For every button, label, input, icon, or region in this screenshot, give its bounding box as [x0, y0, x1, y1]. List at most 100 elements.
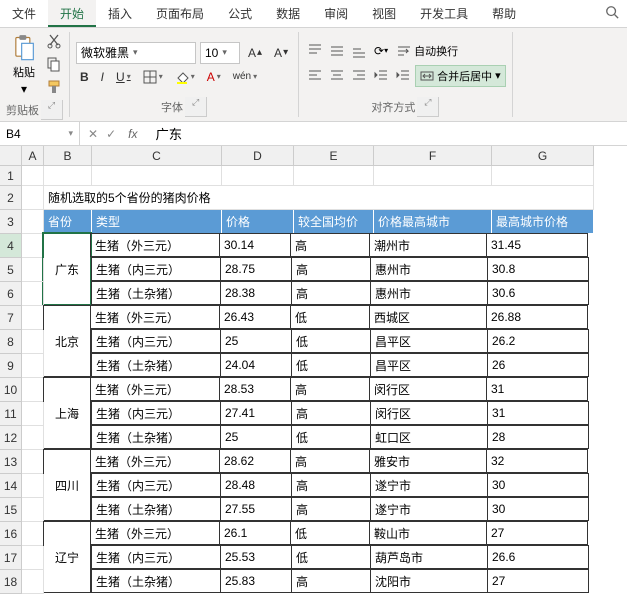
- dialog-launcher-icon[interactable]: ⤢: [417, 97, 439, 117]
- city-cell[interactable]: 鞍山市: [369, 521, 487, 545]
- city-price-cell[interactable]: 31.45: [486, 233, 588, 257]
- format-painter-button[interactable]: [46, 79, 62, 98]
- type-cell[interactable]: 生猪（土杂猪）: [91, 281, 221, 305]
- city-price-cell[interactable]: 27: [487, 569, 589, 593]
- city-price-cell[interactable]: 27: [486, 521, 588, 545]
- row-header-1[interactable]: 1: [0, 166, 22, 186]
- align-middle-button[interactable]: [327, 42, 347, 60]
- cell[interactable]: [22, 166, 44, 186]
- cell[interactable]: [22, 282, 44, 306]
- row-header-11[interactable]: 11: [0, 402, 22, 426]
- compare-cell[interactable]: 高: [291, 257, 371, 281]
- font-color-button[interactable]: A▾: [203, 68, 225, 86]
- cell[interactable]: [294, 166, 374, 186]
- city-price-cell[interactable]: 31: [487, 401, 589, 425]
- type-cell[interactable]: 生猪（内三元）: [91, 329, 221, 353]
- price-cell[interactable]: 28.53: [219, 377, 291, 401]
- type-cell[interactable]: 生猪（内三元）: [91, 257, 221, 281]
- city-price-cell[interactable]: 32: [486, 449, 588, 473]
- price-cell[interactable]: 26.43: [219, 305, 291, 329]
- fill-color-button[interactable]: ▾: [171, 68, 199, 86]
- col-header-G[interactable]: G: [492, 146, 594, 166]
- italic-button[interactable]: I: [97, 68, 108, 86]
- row-header-3[interactable]: 3: [0, 210, 22, 234]
- city-price-cell[interactable]: 30: [487, 497, 589, 521]
- city-cell[interactable]: 昌平区: [370, 353, 488, 377]
- font-size-combo[interactable]: 10▾: [200, 42, 240, 64]
- price-cell[interactable]: 25.53: [220, 545, 292, 569]
- compare-cell[interactable]: 高: [291, 281, 371, 305]
- city-cell[interactable]: 沈阳市: [370, 569, 488, 593]
- table-title[interactable]: 随机选取的5个省份的猪肉价格: [44, 186, 594, 210]
- price-cell[interactable]: 26.1: [219, 521, 291, 545]
- compare-cell[interactable]: 低: [291, 329, 371, 353]
- decrease-font-button[interactable]: A▾: [270, 44, 292, 62]
- type-cell[interactable]: 生猪（外三元）: [90, 233, 220, 257]
- merge-center-button[interactable]: 合并后居中▾: [415, 65, 506, 87]
- font-name-combo[interactable]: 微软雅黑▾: [76, 42, 196, 64]
- row-header-17[interactable]: 17: [0, 546, 22, 570]
- city-cell[interactable]: 雅安市: [369, 449, 487, 473]
- row-header-4[interactable]: 4: [0, 234, 22, 258]
- city-cell[interactable]: 虹口区: [370, 425, 488, 449]
- cell[interactable]: [22, 402, 44, 426]
- tab-home[interactable]: 开始: [48, 0, 96, 27]
- align-bottom-button[interactable]: [349, 42, 369, 60]
- cell[interactable]: [492, 166, 594, 186]
- tab-review[interactable]: 审阅: [312, 0, 360, 27]
- row-header-8[interactable]: 8: [0, 330, 22, 354]
- city-cell[interactable]: 葫芦岛市: [370, 545, 488, 569]
- table-header[interactable]: 最高城市价格: [492, 210, 594, 234]
- city-price-cell[interactable]: 28: [487, 425, 589, 449]
- row-header-10[interactable]: 10: [0, 378, 22, 402]
- compare-cell[interactable]: 高: [290, 449, 370, 473]
- type-cell[interactable]: 生猪（内三元）: [91, 473, 221, 497]
- col-header-D[interactable]: D: [222, 146, 294, 166]
- compare-cell[interactable]: 低: [290, 521, 370, 545]
- tab-page-layout[interactable]: 页面布局: [144, 0, 216, 27]
- price-cell[interactable]: 25: [220, 329, 292, 353]
- cell[interactable]: [22, 210, 44, 234]
- cell[interactable]: [22, 234, 44, 258]
- cell[interactable]: [22, 354, 44, 378]
- formula-input[interactable]: [149, 122, 627, 145]
- col-header-C[interactable]: C: [92, 146, 222, 166]
- row-header-9[interactable]: 9: [0, 354, 22, 378]
- city-cell[interactable]: 潮州市: [369, 233, 487, 257]
- align-left-button[interactable]: [305, 67, 325, 85]
- row-header-5[interactable]: 5: [0, 258, 22, 282]
- increase-font-button[interactable]: A▴: [244, 44, 266, 62]
- price-cell[interactable]: 25: [220, 425, 292, 449]
- row-header-13[interactable]: 13: [0, 450, 22, 474]
- wrap-text-button[interactable]: 自动换行: [393, 41, 462, 61]
- city-cell[interactable]: 闵行区: [370, 401, 488, 425]
- cut-button[interactable]: [46, 33, 62, 52]
- bold-button[interactable]: B: [76, 68, 93, 86]
- tab-file[interactable]: 文件: [0, 0, 48, 27]
- compare-cell[interactable]: 高: [290, 233, 370, 257]
- paste-button[interactable]: 粘贴 ▾: [6, 32, 42, 98]
- cell[interactable]: [22, 570, 44, 594]
- orientation-button[interactable]: ⟳▾: [371, 42, 391, 60]
- fx-icon[interactable]: fx: [124, 127, 141, 141]
- price-cell[interactable]: 28.38: [220, 281, 292, 305]
- city-price-cell[interactable]: 30: [487, 473, 589, 497]
- dialog-launcher-icon[interactable]: ⤢: [41, 100, 63, 120]
- price-cell[interactable]: 25.83: [220, 569, 292, 593]
- row-header-6[interactable]: 6: [0, 282, 22, 306]
- tab-help[interactable]: 帮助: [480, 0, 528, 27]
- compare-cell[interactable]: 高: [291, 473, 371, 497]
- cell[interactable]: [22, 426, 44, 450]
- type-cell[interactable]: 生猪（土杂猪）: [91, 569, 221, 593]
- border-button[interactable]: ▾: [139, 68, 167, 86]
- search-icon[interactable]: [597, 0, 627, 27]
- tab-view[interactable]: 视图: [360, 0, 408, 27]
- cell[interactable]: [22, 450, 44, 474]
- phonetic-button[interactable]: wén▾: [229, 69, 261, 84]
- city-cell[interactable]: 遂宁市: [370, 497, 488, 521]
- table-header[interactable]: 省份: [44, 210, 92, 234]
- city-cell[interactable]: 惠州市: [370, 281, 488, 305]
- type-cell[interactable]: 生猪（土杂猪）: [91, 353, 221, 377]
- copy-button[interactable]: [46, 56, 62, 75]
- cell[interactable]: [22, 378, 44, 402]
